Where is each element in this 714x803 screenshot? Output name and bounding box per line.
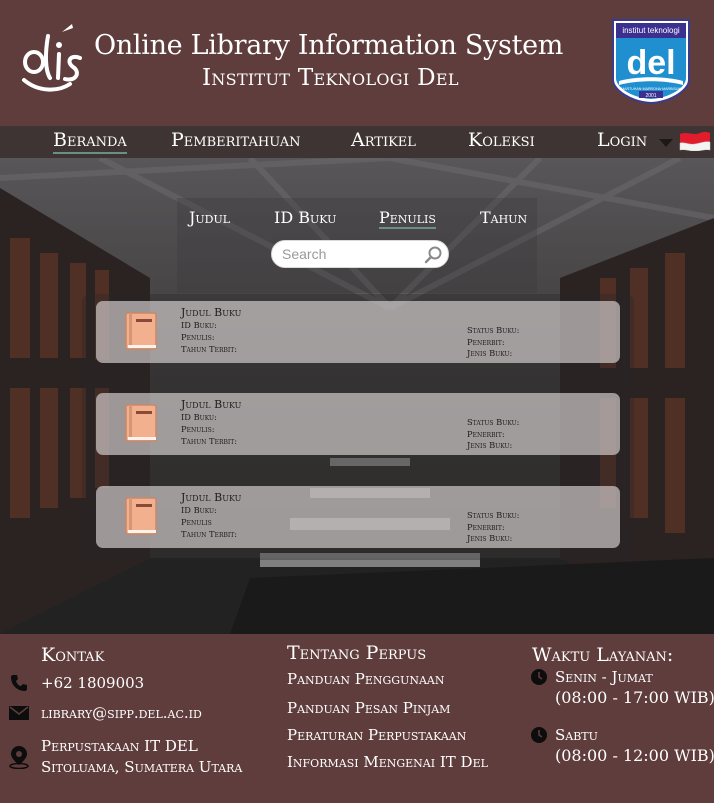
- book-status-label: Status Buku:: [467, 417, 520, 427]
- book-id-label: ID Buku:: [181, 412, 217, 422]
- del-logo[interactable]: institut teknologi del MARTUHAN·MARROHA·…: [611, 18, 691, 104]
- book-id-label: ID Buku:: [181, 505, 217, 515]
- del-logo-year: 2001: [645, 93, 656, 99]
- contact-heading: Kontak: [41, 644, 105, 666]
- site-header: olis Online Library Information System I…: [0, 0, 714, 126]
- about-heading: Tentang Perpus: [287, 642, 427, 664]
- book-info-left: Judul Buku ID Buku: Penulis: Tahun Terbi…: [181, 398, 241, 447]
- book-icon: [125, 404, 157, 442]
- book-publisher-label: Penerbit:: [467, 336, 505, 347]
- nav-login[interactable]: Login: [597, 129, 647, 151]
- nav-pemberitahuan[interactable]: Pemberitahuan: [171, 129, 301, 151]
- book-info-left: Judul Buku ID Buku: Penulis Tahun Terbit…: [181, 491, 241, 540]
- olis-logo-text: olis: [52, 96, 54, 98]
- hours-saturday-label: Sabtu: [555, 726, 598, 744]
- del-logo-top-text: institut teknologi: [622, 26, 680, 35]
- book-year-label: Tahun Terbit:: [181, 344, 238, 354]
- clock-icon: [531, 669, 547, 685]
- site-footer: Kontak +62 1809003 library@sipp.del.ac.i…: [0, 634, 714, 803]
- book-result-card[interactable]: Judul Buku ID Buku: Penulis Tahun Terbit…: [96, 486, 620, 548]
- book-title[interactable]: Judul Buku: [181, 398, 241, 411]
- book-author-label: Penulis:: [181, 424, 215, 434]
- book-type-label: Jenis Buku:: [467, 440, 513, 450]
- del-logo-motto: MARTUHAN·MARROHA·MARBISUK: [621, 87, 681, 91]
- indonesia-flag-icon[interactable]: [679, 131, 711, 151]
- contact-email[interactable]: library@sipp.del.ac.id: [41, 704, 202, 722]
- book-info-right: Status Buku: Penerbit: Jenis Buku:: [467, 325, 519, 360]
- hours-heading: Waktu Layanan:: [532, 644, 674, 666]
- contact-address-line2: Sitoluama, Sumatera Utara: [41, 758, 243, 776]
- search-box: [271, 240, 449, 268]
- contact-phone[interactable]: +62 1809003: [41, 674, 144, 692]
- link-peraturan-perpustakaan[interactable]: Peraturan Perpustakaan: [287, 726, 466, 744]
- contact-address-line1: Perpustakaan IT DEL: [41, 737, 198, 755]
- del-logo-word: del: [626, 44, 675, 82]
- book-status-label: Status Buku:: [467, 510, 520, 520]
- link-panduan-penggunaan[interactable]: Panduan Penggunaan: [287, 670, 444, 688]
- filter-tab-penulis[interactable]: Penulis: [379, 208, 436, 229]
- book-icon: [125, 497, 157, 535]
- phone-icon: [11, 675, 27, 691]
- clock-icon: [531, 727, 547, 743]
- link-panduan-pesan-pinjam[interactable]: Panduan Pesan Pinjam: [287, 699, 450, 717]
- email-icon: [9, 706, 29, 720]
- search-input[interactable]: [282, 244, 422, 264]
- site-subtitle: Institut Teknologi Del: [202, 65, 459, 91]
- book-type-label: Jenis Buku:: [467, 533, 513, 543]
- filter-tab-judul[interactable]: Judul: [189, 208, 230, 227]
- book-title[interactable]: Judul Buku: [181, 306, 241, 319]
- login-dropdown-chevron-icon[interactable]: [659, 139, 673, 147]
- nav-artikel[interactable]: Artikel: [351, 129, 416, 151]
- book-publisher-label: Penerbit:: [467, 521, 505, 532]
- book-title[interactable]: Judul Buku: [181, 491, 241, 504]
- link-informasi-it-del[interactable]: Informasi Mengenai IT Del: [287, 753, 488, 771]
- book-info-left: Judul Buku ID Buku: Penulis: Tahun Terbi…: [181, 306, 241, 355]
- book-author-label: Penulis: [181, 517, 212, 527]
- book-year-label: Tahun Terbit:: [181, 529, 238, 539]
- book-publisher-label: Penerbit:: [467, 428, 505, 439]
- book-status-label: Status Buku:: [467, 325, 520, 335]
- hours-weekday-time: (08:00 - 17:00 WIB): [555, 688, 714, 707]
- nav-koleksi[interactable]: Koleksi: [468, 129, 535, 151]
- olis-logo[interactable]: olis: [18, 18, 88, 98]
- book-result-card[interactable]: Judul Buku ID Buku: Penulis: Tahun Terbi…: [96, 393, 620, 455]
- hours-saturday-time: (08:00 - 12:00 WIB): [555, 746, 714, 765]
- site-title: Online Library Information System: [94, 30, 564, 61]
- book-type-label: Jenis Buku:: [467, 348, 513, 358]
- book-icon: [125, 312, 157, 350]
- location-pin-icon: [9, 746, 29, 769]
- filter-tab-id-buku[interactable]: ID Buku: [274, 208, 336, 227]
- page: olis Online Library Information System I…: [0, 0, 714, 803]
- hours-weekday-label: Senin - Jumat: [555, 668, 653, 686]
- book-info-right: Status Buku: Penerbit: Jenis Buku:: [467, 510, 519, 545]
- book-info-right: Status Buku: Penerbit: Jenis Buku:: [467, 417, 519, 452]
- book-author-label: Penulis:: [181, 332, 215, 342]
- search-icon[interactable]: [423, 245, 443, 265]
- book-id-label: ID Buku:: [181, 320, 217, 330]
- filter-tab-tahun[interactable]: Tahun: [480, 208, 527, 227]
- book-result-card[interactable]: Judul Buku ID Buku: Penulis: Tahun Terbi…: [96, 301, 620, 363]
- book-year-label: Tahun Terbit:: [181, 436, 238, 446]
- nav-beranda[interactable]: Beranda: [53, 129, 127, 154]
